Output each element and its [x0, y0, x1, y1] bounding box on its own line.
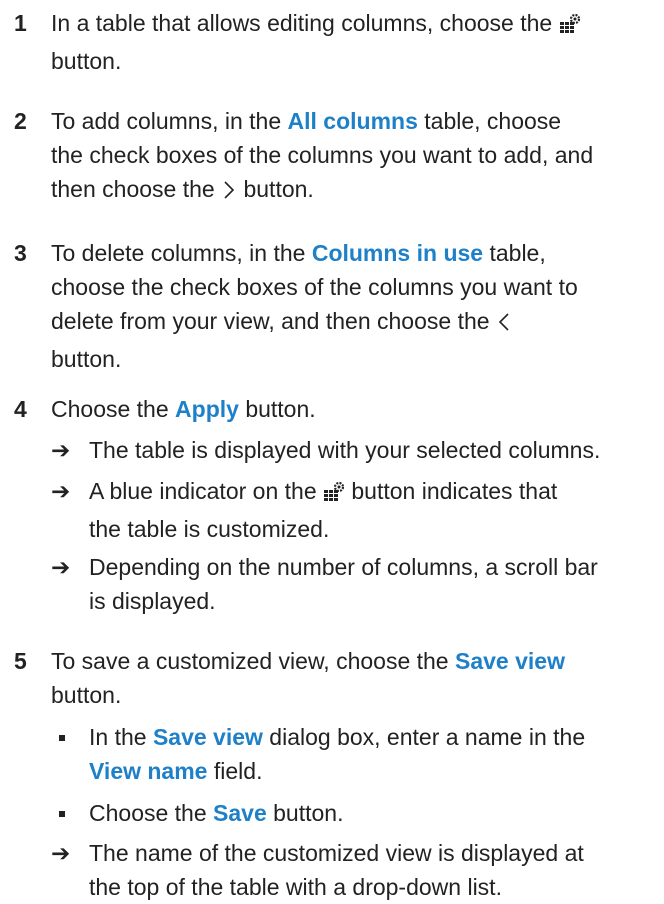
- arrow-right-icon: ➔: [51, 554, 71, 580]
- ui-term-apply: Apply: [175, 396, 239, 422]
- instruction-document: 1 In a table that allows editing columns…: [0, 0, 664, 900]
- step-number: 4: [14, 396, 27, 422]
- step-number: 5: [14, 648, 27, 674]
- ui-term-columns-in-use: Columns in use: [311, 240, 484, 266]
- chevron-right-icon: [221, 176, 237, 210]
- step-number: 3: [14, 240, 27, 266]
- arrow-right-icon: ➔: [51, 478, 71, 504]
- step-text: Choose the Apply button.: [51, 396, 316, 422]
- bullet-icon: [59, 811, 65, 817]
- ui-term-all-columns: All columns: [287, 108, 418, 134]
- step-number: 2: [14, 108, 27, 134]
- column-settings-icon: [323, 478, 345, 512]
- ui-term-save-view: Save view: [152, 724, 263, 750]
- step-text: To add columns, in the All columns table…: [51, 104, 651, 210]
- bullet-icon: [59, 735, 65, 741]
- ui-term-view-name: View name: [89, 758, 208, 784]
- ui-term-save: Save: [213, 800, 267, 826]
- column-settings-icon: [559, 10, 581, 44]
- step-number: 1: [14, 10, 27, 36]
- step-text: To delete columns, in the Columns in use…: [51, 240, 578, 372]
- arrow-right-icon: ➔: [51, 437, 71, 463]
- step-text: In a table that allows editing columns, …: [51, 6, 651, 78]
- arrow-right-icon: ➔: [51, 840, 71, 866]
- ui-term-save-view: Save view: [455, 648, 565, 674]
- step-text: To save a customized view, choose the Sa…: [51, 648, 565, 708]
- chevron-left-icon: [496, 308, 512, 342]
